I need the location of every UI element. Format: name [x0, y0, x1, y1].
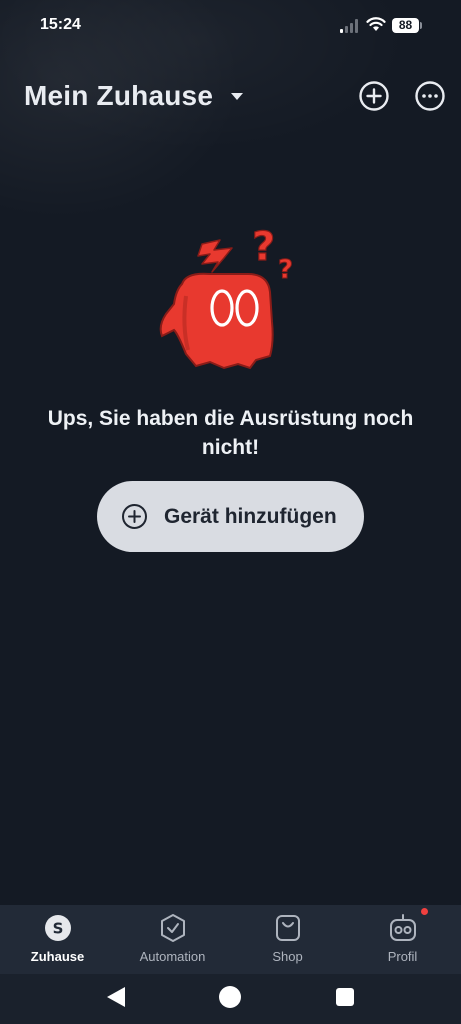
signal-icon	[340, 19, 358, 33]
tab-shop[interactable]: Shop	[230, 905, 345, 974]
add-device-button[interactable]: Gerät hinzufügen	[97, 481, 364, 552]
battery-tip	[420, 22, 422, 29]
add-device-icon-button[interactable]	[358, 80, 390, 112]
home-s-icon: S	[45, 915, 71, 941]
status-bar: 15:24 88	[0, 0, 461, 52]
tab-label: Zuhause	[30, 949, 85, 964]
battery-icon: 88	[392, 18, 419, 33]
tab-label: Automation	[139, 949, 206, 964]
svg-text:?: ?	[252, 226, 275, 270]
status-time: 15:24	[40, 16, 81, 33]
empty-state-message: Ups, Sie haben die Ausrüstung noch nicht…	[47, 407, 414, 459]
shopping-bag-icon	[276, 915, 300, 941]
tab-automation[interactable]: Automation	[115, 905, 230, 974]
caret-down-icon[interactable]	[230, 92, 244, 102]
svg-text:S: S	[53, 920, 64, 938]
tab-profil[interactable]: Profil	[345, 905, 460, 974]
add-device-label: Gerät hinzufügen	[164, 505, 337, 528]
tab-label: Profil	[387, 949, 418, 964]
wifi-icon	[366, 17, 386, 31]
notification-dot	[421, 908, 428, 915]
recents-square-icon[interactable]	[336, 988, 354, 1006]
confused-mascot-illustration: ? ?	[159, 226, 294, 370]
more-options-icon-button[interactable]	[414, 80, 446, 112]
tab-zuhause[interactable]: S Zuhause	[0, 905, 115, 974]
svg-text:?: ?	[278, 255, 293, 285]
plus-circle-icon	[122, 504, 147, 529]
robot-icon	[390, 914, 416, 941]
tab-label: Shop	[272, 949, 303, 964]
shield-check-icon	[161, 914, 185, 942]
back-triangle-icon[interactable]	[105, 985, 127, 1009]
home-selector-title[interactable]: Mein Zuhause	[24, 80, 213, 112]
home-circle-icon[interactable]	[219, 986, 241, 1008]
bottom-tab-bar: S Zuhause Automation Shop Profil	[0, 905, 461, 974]
